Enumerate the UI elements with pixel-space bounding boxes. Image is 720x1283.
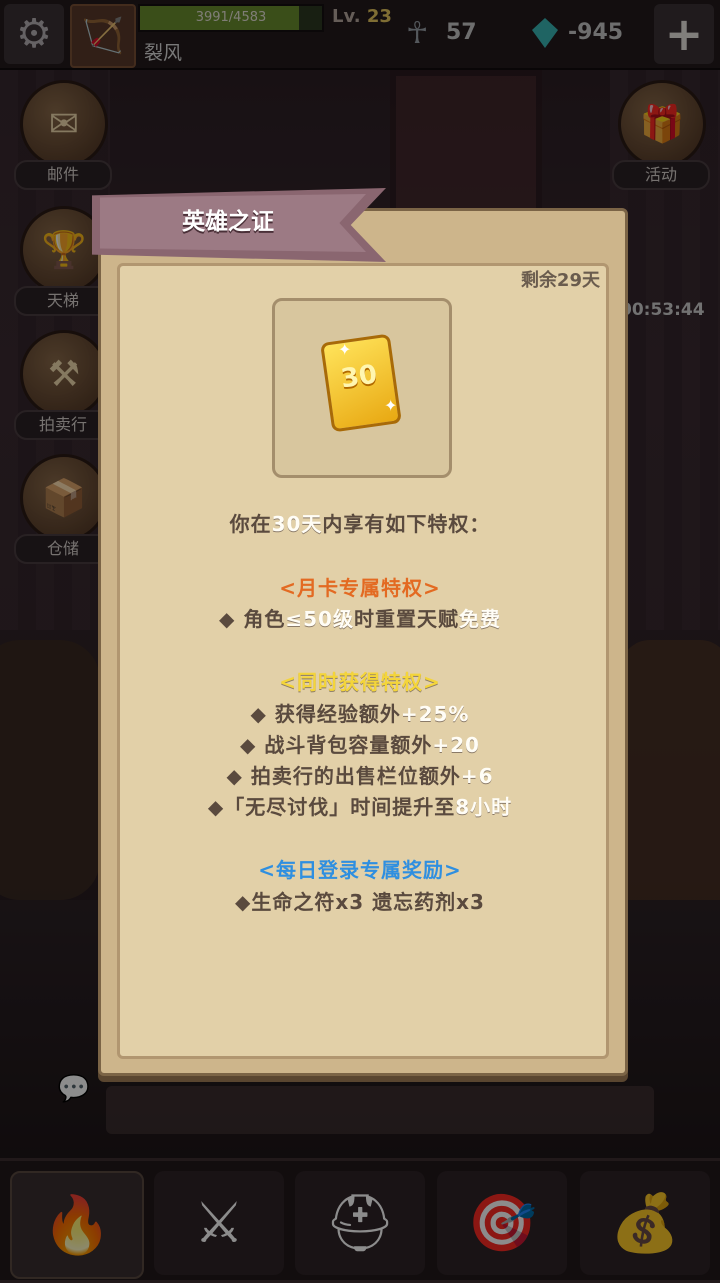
sparkle-icon: ✦ (384, 396, 398, 415)
sparkle-icon: ✦ (338, 340, 352, 359)
privilege-item: ◆ 获得经验额外+25% (250, 702, 470, 726)
daily-reward-item: ◆生命之符x3 遗忘药剂x3 (235, 890, 485, 914)
section-monthly-title: <月卡专属特权> (279, 576, 441, 600)
privilege-item: ◆「无尽讨伐」时间提升至8小时 (207, 795, 513, 819)
section-shared-title: <同时获得特权> (279, 670, 441, 694)
dialog-title: 英雄之证 (182, 209, 274, 235)
privilege-item: ◆ 拍卖行的出售栏位额外+6 (226, 764, 494, 788)
remaining-days: 剩余29天 (520, 270, 600, 291)
section-daily-title: <每日登录专属奖励> (258, 858, 462, 882)
intro-text: 你在30天内享有如下特权： (229, 512, 491, 536)
privilege-item: ◆ 战斗背包容量额外+20 (240, 733, 480, 757)
privilege-item: ◆ 角色≤50级时重置天赋免费 (219, 607, 501, 631)
